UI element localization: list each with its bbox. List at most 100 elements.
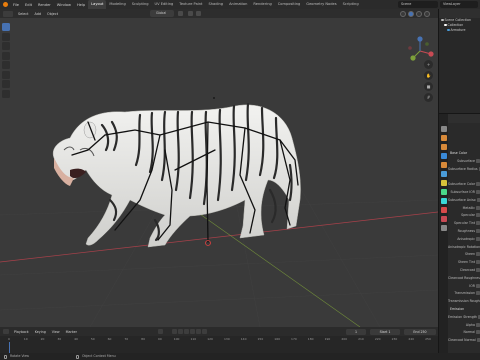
tab-animation[interactable]: Animation bbox=[226, 0, 250, 9]
menu-object[interactable]: Object bbox=[44, 12, 61, 16]
tab-texture-paint[interactable]: Texture Paint bbox=[176, 0, 205, 9]
transform-tool-icon[interactable] bbox=[2, 70, 10, 79]
playhead[interactable] bbox=[9, 342, 10, 353]
properties-field[interactable]: Sheen bbox=[448, 251, 480, 257]
properties-tab-icon[interactable] bbox=[440, 207, 447, 213]
properties-field[interactable]: Subsurface IOR bbox=[448, 189, 480, 195]
properties-section[interactable]: Base Color bbox=[448, 150, 480, 156]
outliner-header[interactable] bbox=[439, 9, 480, 18]
properties-tab-icon[interactable] bbox=[440, 180, 447, 186]
pivot-icon[interactable] bbox=[178, 11, 183, 16]
properties-tab-icon[interactable] bbox=[440, 225, 447, 231]
blender-logo-icon[interactable] bbox=[3, 2, 8, 7]
properties-field[interactable]: Subsurface bbox=[448, 158, 480, 164]
menu-edit[interactable]: Edit bbox=[22, 3, 35, 7]
properties-field[interactable]: Alpha bbox=[448, 322, 480, 328]
socket-link-icon[interactable] bbox=[476, 260, 480, 265]
tab-compositing[interactable]: Compositing bbox=[275, 0, 304, 9]
shading-solid-icon[interactable] bbox=[408, 10, 414, 17]
tab-shading[interactable]: Shading bbox=[205, 0, 226, 9]
start-frame-field[interactable]: Start 1 bbox=[370, 328, 400, 335]
jump-end-icon[interactable] bbox=[202, 329, 207, 334]
scene-selector[interactable]: Scene bbox=[398, 1, 438, 8]
outliner-item[interactable]: Armature bbox=[439, 28, 480, 33]
socket-link-icon[interactable] bbox=[476, 236, 480, 241]
record-icon[interactable] bbox=[158, 329, 163, 334]
properties-field[interactable]: Clearcoat Normal bbox=[448, 337, 480, 343]
tab-geometry-nodes[interactable]: Geometry Nodes bbox=[303, 0, 339, 9]
socket-link-icon[interactable] bbox=[476, 190, 480, 194]
properties-tab-icon[interactable] bbox=[440, 162, 447, 168]
snap-icon[interactable] bbox=[188, 11, 193, 16]
socket-link-icon[interactable] bbox=[476, 283, 480, 288]
menu-view[interactable]: View bbox=[49, 330, 63, 334]
scale-tool-icon[interactable] bbox=[2, 61, 10, 69]
properties-field[interactable]: Subsurface Aniso bbox=[448, 197, 480, 203]
socket-link-icon[interactable] bbox=[476, 221, 480, 226]
3d-viewport[interactable]: + ✋ ■ # bbox=[0, 18, 438, 327]
socket-link-icon[interactable] bbox=[476, 322, 480, 327]
timeline-editor-icon[interactable] bbox=[3, 329, 9, 334]
cursor-tool-icon[interactable] bbox=[2, 32, 10, 41]
properties-field[interactable] bbox=[448, 173, 480, 179]
properties-field[interactable]: Clearcoat Roughness bbox=[448, 275, 480, 281]
socket-link-icon[interactable] bbox=[476, 182, 480, 187]
properties-tab-icon[interactable] bbox=[440, 144, 447, 150]
menu-render[interactable]: Render bbox=[35, 3, 54, 7]
zoom-icon[interactable]: + bbox=[424, 60, 433, 69]
current-frame-field[interactable]: 1 bbox=[346, 328, 366, 335]
properties-field[interactable]: Subsurface Color bbox=[448, 181, 480, 187]
menu-file[interactable]: File bbox=[10, 3, 22, 7]
properties-tab-icon[interactable] bbox=[440, 189, 447, 195]
play-icon[interactable] bbox=[190, 329, 195, 334]
move-tool-icon[interactable] bbox=[2, 42, 10, 50]
menu-select[interactable]: Select bbox=[15, 12, 31, 16]
tab-scripting[interactable]: Scripting bbox=[340, 0, 362, 9]
camera-view-icon[interactable]: ■ bbox=[424, 82, 433, 91]
end-frame-field[interactable]: End 250 bbox=[404, 328, 436, 335]
shading-material-icon[interactable] bbox=[416, 10, 422, 17]
properties-field[interactable]: Emission Strength bbox=[448, 314, 480, 320]
properties-field[interactable]: Metallic bbox=[448, 205, 480, 211]
view-layer-selector[interactable]: ViewLayer bbox=[440, 1, 478, 8]
ortho-grid-icon[interactable]: # bbox=[424, 93, 433, 102]
properties-header[interactable] bbox=[448, 114, 480, 123]
properties-field[interactable]: Specular Tint bbox=[448, 220, 480, 226]
annotate-tool-icon[interactable] bbox=[2, 80, 10, 88]
tab-uv-editing[interactable]: UV Editing bbox=[152, 0, 177, 9]
properties-tab-icon[interactable] bbox=[440, 126, 447, 132]
menu-playback[interactable]: Playback bbox=[11, 330, 32, 334]
socket-link-icon[interactable] bbox=[476, 330, 480, 335]
frame-ruler[interactable]: 0 10 20 30 40 50 60 70 80 90 100 110 120 130 140 150 160… bbox=[0, 336, 438, 342]
properties-field[interactable]: Subsurface Radius bbox=[448, 166, 480, 172]
properties-field[interactable]: Normal bbox=[448, 329, 480, 335]
properties-tab-icon[interactable] bbox=[440, 153, 447, 159]
prev-keyframe-icon[interactable] bbox=[178, 329, 183, 334]
socket-link-icon[interactable] bbox=[476, 158, 480, 163]
properties-section[interactable]: Emission bbox=[448, 306, 480, 312]
properties-field[interactable]: Anisotropic Rotation bbox=[448, 244, 480, 250]
socket-link-icon[interactable] bbox=[476, 291, 480, 296]
properties-tab-icon[interactable] bbox=[440, 135, 447, 141]
measure-tool-icon[interactable] bbox=[2, 89, 10, 98]
select-box-tool-icon[interactable] bbox=[2, 23, 10, 31]
socket-link-icon[interactable] bbox=[476, 252, 480, 257]
object-mode-dropdown[interactable] bbox=[3, 10, 13, 17]
transform-orientation-dropdown[interactable]: Global bbox=[150, 10, 174, 17]
properties-field[interactable]: Roughness bbox=[448, 228, 480, 234]
menu-add[interactable]: Add bbox=[31, 12, 44, 16]
properties-field[interactable]: Anisotropic bbox=[448, 236, 480, 242]
socket-link-icon[interactable] bbox=[476, 197, 480, 202]
properties-field[interactable]: Sheen Tint bbox=[448, 259, 480, 265]
pan-hand-icon[interactable]: ✋ bbox=[424, 71, 433, 80]
proportional-edit-icon[interactable] bbox=[196, 11, 201, 16]
properties-tab-icon[interactable] bbox=[440, 171, 447, 177]
properties-field[interactable]: Transmission bbox=[448, 290, 480, 296]
menu-marker[interactable]: Marker bbox=[63, 330, 80, 334]
tab-rendering[interactable]: Rendering bbox=[250, 0, 274, 9]
shading-wireframe-icon[interactable] bbox=[400, 10, 406, 17]
properties-field[interactable]: IOR bbox=[448, 283, 480, 289]
tab-layout[interactable]: Layout bbox=[88, 0, 107, 9]
white-tiger-model[interactable] bbox=[52, 102, 301, 248]
menu-keying[interactable]: Keying bbox=[32, 330, 49, 334]
